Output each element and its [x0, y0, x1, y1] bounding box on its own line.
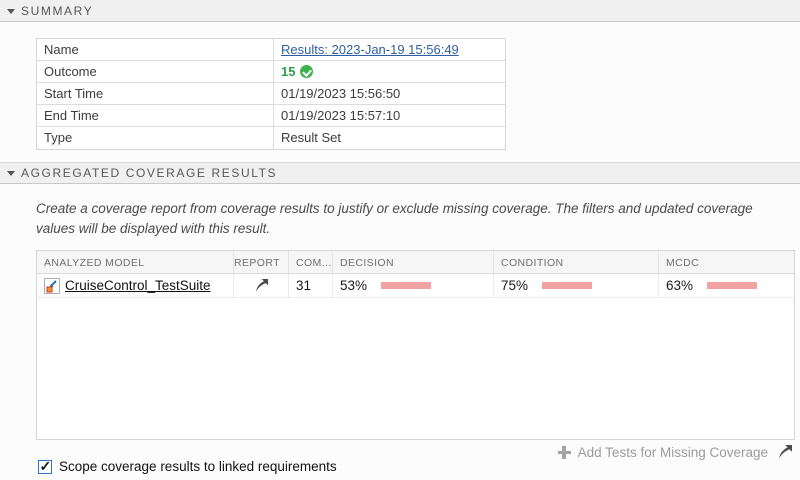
coverage-table-header: ANALYZED MODEL REPORT COM... DECISION CO…: [37, 251, 794, 274]
result-set-link[interactable]: Results: 2023-Jan-19 15:56:49: [281, 42, 459, 57]
summary-section-title: SUMMARY: [21, 3, 94, 18]
coverage-section-title: AGGREGATED COVERAGE RESULTS: [21, 166, 278, 180]
collapse-arrow-icon: [7, 171, 15, 176]
add-tests-for-missing-coverage-button[interactable]: Add Tests for Missing Coverage: [557, 444, 768, 460]
summary-row-type: Type Result Set: [37, 127, 505, 149]
coverage-description: Create a coverage report from coverage r…: [36, 201, 753, 236]
summary-label-type: Type: [37, 127, 274, 149]
column-complexity: COM...: [289, 251, 333, 273]
summary-value-start-time: 01/19/2023 15:56:50: [281, 86, 401, 101]
column-decision: DECISION: [333, 251, 494, 273]
coverage-table-row: CruiseControl_TestSuite 31 53% 75% 63%: [37, 274, 794, 298]
column-condition: CONDITION: [494, 251, 659, 273]
simulink-model-icon: [44, 277, 60, 294]
plus-icon: [557, 445, 571, 459]
decision-percent: 53%: [340, 278, 368, 293]
column-mcdc: MCDC: [666, 257, 700, 269]
summary-table: Name Results: 2023-Jan-19 15:56:49 Outco…: [36, 38, 506, 150]
bent-arrow-icon[interactable]: [777, 444, 793, 460]
coverage-table-empty-area: [37, 298, 794, 439]
mcdc-percent: 63%: [666, 278, 694, 293]
scope-coverage-checkbox[interactable]: [38, 458, 52, 475]
collapse-arrow-icon: [7, 8, 15, 14]
open-report-arrow-icon[interactable]: [254, 278, 269, 293]
column-analyzed-model: ANALYZED MODEL: [37, 251, 234, 273]
complexity-value: 31: [289, 274, 333, 297]
summary-row-outcome: Outcome 15: [37, 61, 505, 83]
scope-coverage-label: Scope coverage results to linked require…: [59, 459, 337, 474]
mcdc-coverage-bar: [707, 282, 757, 289]
condition-coverage-bar: [542, 282, 592, 289]
column-report: REPORT: [234, 251, 289, 273]
condition-percent: 75%: [501, 278, 529, 293]
scope-row: Scope coverage results to linked require…: [38, 458, 337, 475]
passed-count: 15: [281, 64, 296, 79]
summary-row-start-time: Start Time 01/19/2023 15:56:50: [37, 83, 505, 105]
coverage-section-header[interactable]: AGGREGATED COVERAGE RESULTS: [0, 162, 800, 184]
summary-row-end-time: End Time 01/19/2023 15:57:10: [37, 105, 505, 127]
summary-value-type: Result Set: [281, 130, 341, 145]
summary-label-name: Name: [37, 39, 274, 60]
summary-label-end-time: End Time: [37, 105, 274, 126]
decision-coverage-bar: [381, 282, 431, 289]
summary-label-start-time: Start Time: [37, 83, 274, 104]
summary-label-outcome: Outcome: [37, 61, 274, 82]
summary-section-header[interactable]: SUMMARY: [0, 0, 800, 22]
summary-value-end-time: 01/19/2023 15:57:10: [281, 108, 401, 123]
test-manager-results-panel: SUMMARY Name Results: 2023-Jan-19 15:56:…: [0, 0, 800, 480]
passed-check-icon: [300, 65, 314, 78]
summary-row-name: Name Results: 2023-Jan-19 15:56:49: [37, 39, 505, 61]
add-tests-label: Add Tests for Missing Coverage: [577, 444, 768, 460]
coverage-table: ANALYZED MODEL REPORT COM... DECISION CO…: [36, 250, 795, 440]
analyzed-model-link[interactable]: CruiseControl_TestSuite: [65, 278, 211, 293]
